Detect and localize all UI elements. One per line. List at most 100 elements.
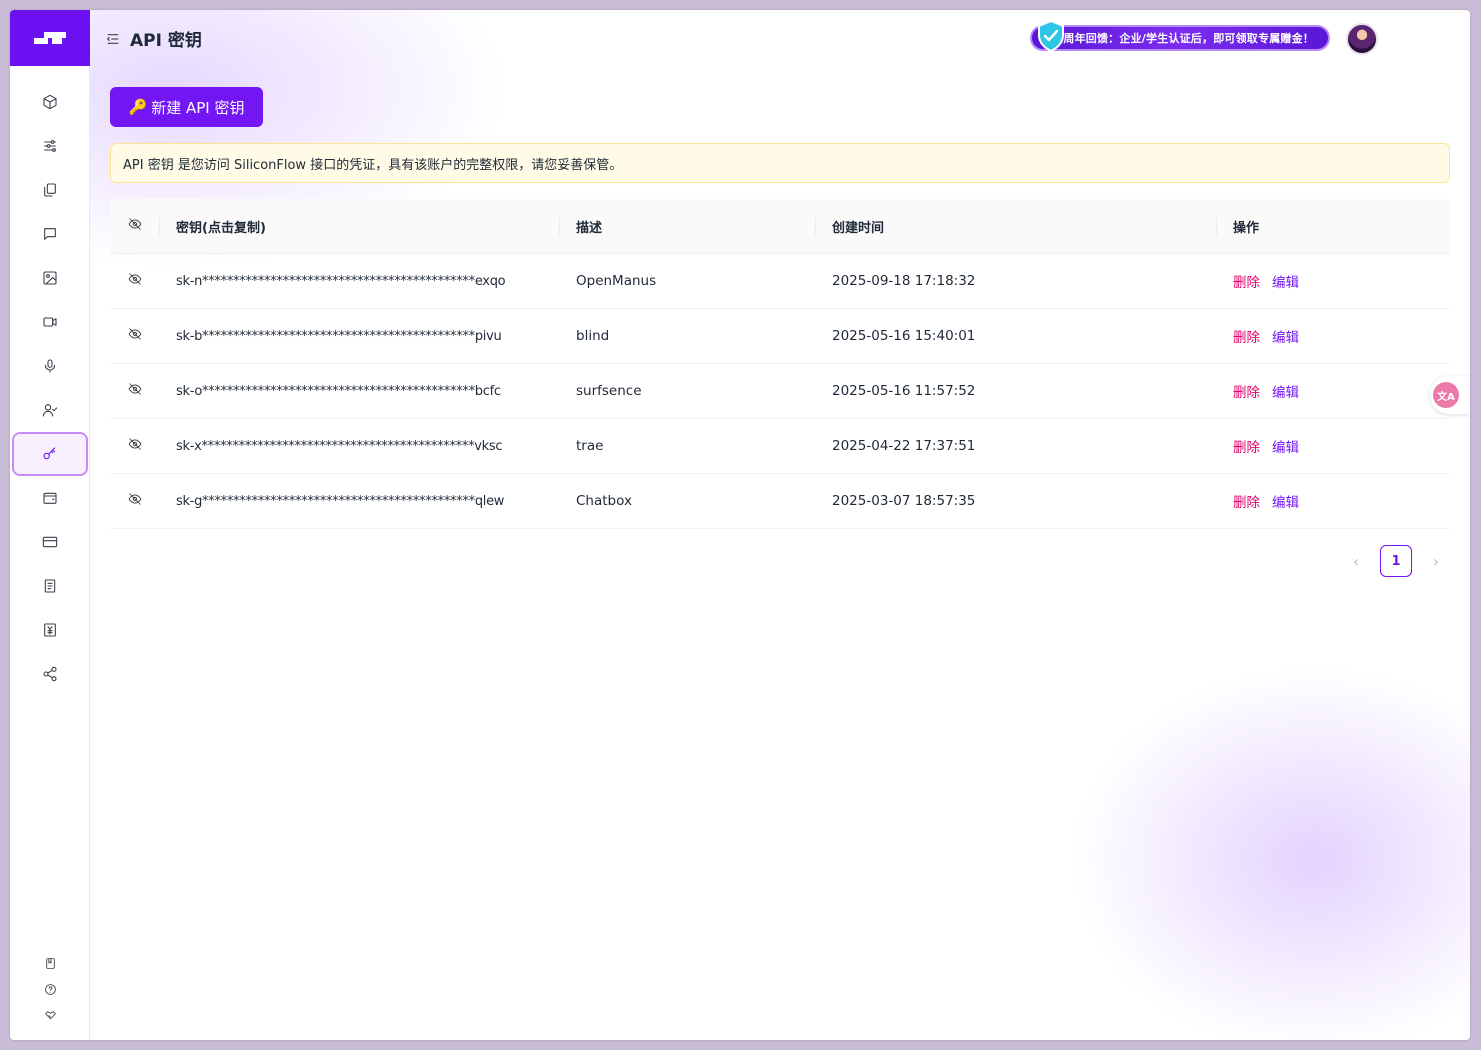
delete-link[interactable]: 删除 <box>1233 381 1260 401</box>
table-row: sk-o************************************… <box>110 364 1450 419</box>
app-window: API 密钥 周年回馈：企业/学生认证后，即可领取专属赠金！ 🔑 新建 API … <box>10 10 1470 1040</box>
sidebar-item-account[interactable] <box>12 388 88 432</box>
handshake-icon <box>44 1010 56 1019</box>
edit-link[interactable]: 编辑 <box>1272 436 1299 456</box>
notice-text: API 密钥 是您访问 SiliconFlow 接口的凭证，具有该账户的完整权限… <box>123 157 623 173</box>
next-page-button[interactable]: › <box>1420 545 1452 577</box>
toggle-visibility-icon[interactable] <box>128 382 142 400</box>
delete-link[interactable]: 删除 <box>1233 491 1260 511</box>
sidebar-item-invite[interactable] <box>12 652 88 696</box>
pagination: ‹ 1 › <box>1340 545 1452 577</box>
sidebar <box>10 10 90 1040</box>
new-api-key-button[interactable]: 🔑 新建 API 密钥 <box>110 87 263 127</box>
wallet-icon <box>43 492 57 504</box>
key-icon <box>43 447 56 460</box>
sidebar-item-audio[interactable] <box>12 344 88 388</box>
header-created: 创建时间 <box>832 220 885 236</box>
key-emoji-icon: 🔑 <box>128 98 148 116</box>
key-description: OpenManus <box>576 273 657 289</box>
toggle-visibility-icon[interactable] <box>128 492 142 510</box>
key-created-time: 2025-09-18 17:18:32 <box>832 273 976 289</box>
edit-link[interactable]: 编辑 <box>1272 326 1299 346</box>
document-icon <box>44 579 56 593</box>
translate-icon: 文A <box>1433 382 1459 408</box>
sidebar-item-help[interactable] <box>12 976 88 1002</box>
video-icon <box>43 317 57 327</box>
sliders-icon <box>44 140 56 152</box>
table-row: sk-x************************************… <box>110 419 1450 474</box>
table-header: 密钥(点击复制) 描述 创建时间 操作 <box>110 199 1450 254</box>
api-key-value[interactable]: sk-o************************************… <box>176 384 501 399</box>
table-row: sk-g************************************… <box>110 474 1450 529</box>
delete-link[interactable]: 删除 <box>1233 326 1260 346</box>
sidebar-item-partner[interactable] <box>12 1002 88 1028</box>
sidebar-item-finetune[interactable] <box>12 124 88 168</box>
sidebar-item-docs[interactable] <box>12 950 88 976</box>
new-api-key-label: 新建 API 密钥 <box>151 98 245 117</box>
key-description: Chatbox <box>576 493 632 509</box>
api-key-value[interactable]: sk-x************************************… <box>176 439 503 454</box>
key-created-time: 2025-05-16 11:57:52 <box>832 383 976 399</box>
key-created-time: 2025-03-07 18:57:35 <box>832 493 976 509</box>
toggle-visibility-icon[interactable] <box>128 272 142 290</box>
toggle-all-visibility-icon[interactable] <box>128 217 142 235</box>
delete-link[interactable]: 删除 <box>1233 271 1260 291</box>
sidebar-item-pricing[interactable] <box>12 608 88 652</box>
collapse-sidebar-icon[interactable] <box>106 31 120 45</box>
cube-icon <box>43 94 57 110</box>
card-icon <box>42 536 58 548</box>
delete-link[interactable]: 删除 <box>1233 436 1260 456</box>
edit-link[interactable]: 编辑 <box>1272 271 1299 291</box>
chat-icon <box>44 228 56 240</box>
sidebar-item-batch[interactable] <box>12 168 88 212</box>
api-key-value[interactable]: sk-g************************************… <box>176 494 504 509</box>
toggle-visibility-icon[interactable] <box>128 437 142 455</box>
table-row: sk-b************************************… <box>110 309 1450 364</box>
header-actions: 操作 <box>1233 220 1260 236</box>
api-key-value[interactable]: sk-b************************************… <box>176 329 502 344</box>
header-key: 密钥(点击复制) <box>176 220 266 236</box>
copy-icon <box>44 183 56 197</box>
sidebar-item-chat[interactable] <box>12 212 88 256</box>
api-key-value[interactable]: sk-n************************************… <box>176 274 506 289</box>
image-icon <box>43 271 57 285</box>
sidebar-item-wallet[interactable] <box>12 476 88 520</box>
user-avatar[interactable] <box>1346 23 1378 55</box>
table-row: sk-n************************************… <box>110 254 1450 309</box>
sidebar-item-api-keys[interactable] <box>12 432 88 476</box>
sidebar-nav <box>10 80 90 696</box>
key-description: blind <box>576 328 610 344</box>
key-created-time: 2025-05-16 15:40:01 <box>832 328 976 344</box>
key-created-time: 2025-04-22 17:37:51 <box>832 438 976 454</box>
promo-text: 周年回馈：企业/学生认证后，即可领取专属赠金！ <box>1063 32 1314 45</box>
sidebar-item-image[interactable] <box>12 256 88 300</box>
sidebar-item-invoice[interactable] <box>12 564 88 608</box>
edit-link[interactable]: 编辑 <box>1272 491 1299 511</box>
logo[interactable] <box>10 10 90 66</box>
translate-float-button[interactable]: 文A <box>1430 376 1470 414</box>
key-description: surfsence <box>576 383 642 399</box>
api-key-table: 密钥(点击复制) 描述 创建时间 操作 sk-n****************… <box>110 199 1450 529</box>
sidebar-bottom <box>10 950 90 1028</box>
sidebar-item-billing[interactable] <box>12 520 88 564</box>
background-glow-bottom <box>1050 650 1470 1040</box>
page-title: API 密钥 <box>130 30 202 51</box>
prev-page-button[interactable]: ‹ <box>1340 545 1372 577</box>
header-description: 描述 <box>576 220 603 236</box>
verified-shield-icon <box>1038 20 1064 52</box>
sidebar-item-models[interactable] <box>12 80 88 124</box>
promo-banner[interactable]: 周年回馈：企业/学生认证后，即可领取专属赠金！ <box>1030 20 1330 52</box>
api-key-notice: API 密钥 是您访问 SiliconFlow 接口的凭证，具有该账户的完整权限… <box>110 143 1450 183</box>
yen-icon <box>44 623 56 637</box>
book-icon <box>45 957 55 969</box>
sidebar-item-video[interactable] <box>12 300 88 344</box>
user-check-icon <box>42 404 58 417</box>
toggle-visibility-icon[interactable] <box>128 327 142 345</box>
help-icon <box>44 983 56 995</box>
key-description: trae <box>576 438 604 454</box>
mic-icon <box>44 359 56 373</box>
edit-link[interactable]: 编辑 <box>1272 381 1299 401</box>
share-icon <box>43 666 57 682</box>
logo-icon <box>34 32 66 44</box>
page-1-button[interactable]: 1 <box>1380 545 1412 577</box>
